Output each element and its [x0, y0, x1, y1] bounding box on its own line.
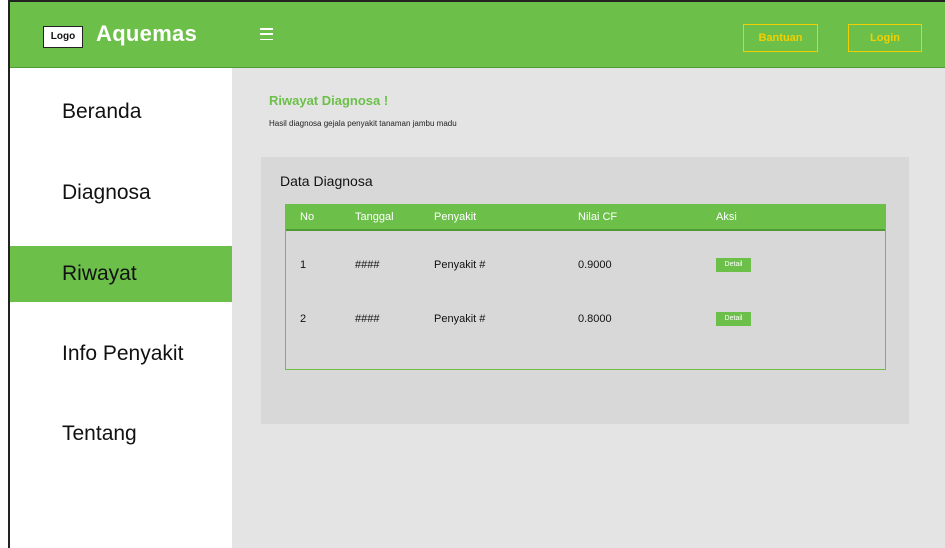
- sidebar-item-riwayat[interactable]: Riwayat: [10, 246, 232, 302]
- login-button[interactable]: Login: [848, 24, 922, 52]
- page-subtitle: Hasil diagnosa gejala penyakit tanaman j…: [269, 119, 457, 128]
- card-title: Data Diagnosa: [280, 173, 373, 189]
- main-content: Riwayat Diagnosa ! Hasil diagnosa gejala…: [232, 68, 945, 548]
- cell-nilai-cf: 0.9000: [578, 259, 612, 271]
- column-header-penyakit: Penyakit: [434, 211, 477, 223]
- column-header-no: No: [300, 211, 315, 223]
- sidebar-item-label: Diagnosa: [62, 181, 151, 204]
- sidebar-item-label: Riwayat: [62, 262, 137, 285]
- cell-no: 2: [300, 313, 307, 325]
- cell-nilai-cf: 0.8000: [578, 313, 612, 325]
- sidebar-item-label: Tentang: [62, 422, 137, 445]
- sidebar-item-beranda[interactable]: Beranda: [10, 84, 232, 140]
- brand-name[interactable]: Aquemas: [96, 21, 197, 47]
- sidebar-item-tentang[interactable]: Tentang: [10, 406, 232, 462]
- cell-tanggal: ####: [355, 259, 380, 271]
- table-header: No Tanggal Penyakit Nilai CF Aksi: [286, 205, 885, 231]
- column-header-tanggal: Tanggal: [355, 211, 394, 223]
- cell-penyakit: Penyakit #: [434, 313, 486, 325]
- cell-no: 1: [300, 259, 307, 271]
- table-row: 1 #### Penyakit # 0.9000 Detail: [286, 253, 885, 283]
- logo[interactable]: Logo: [43, 26, 83, 48]
- hamburger-icon[interactable]: [260, 28, 273, 40]
- column-header-nilai-cf: Nilai CF: [578, 211, 618, 223]
- cell-tanggal: ####: [355, 313, 380, 325]
- cell-penyakit: Penyakit #: [434, 259, 486, 271]
- page-title: Riwayat Diagnosa !: [269, 93, 389, 108]
- column-header-aksi: Aksi: [716, 211, 737, 223]
- app-window: Logo Aquemas Bantuan Login Beranda Diagn…: [8, 0, 945, 548]
- table-row: 2 #### Penyakit # 0.8000 Detail: [286, 307, 885, 337]
- top-navbar: Logo Aquemas Bantuan Login: [10, 2, 945, 68]
- sidebar: Beranda Diagnosa Riwayat Info Penyakit T…: [10, 68, 232, 548]
- sidebar-item-label: Beranda: [62, 100, 142, 123]
- detail-button[interactable]: Detail: [716, 258, 751, 272]
- sidebar-item-label: Info Penyakit: [62, 342, 184, 365]
- detail-button[interactable]: Detail: [716, 312, 751, 326]
- sidebar-item-diagnosa[interactable]: Diagnosa: [10, 165, 232, 221]
- sidebar-item-info-penyakit[interactable]: Info Penyakit: [10, 326, 232, 382]
- diagnosis-card: Data Diagnosa No Tanggal Penyakit Nilai …: [261, 157, 909, 424]
- diagnosis-table: No Tanggal Penyakit Nilai CF Aksi 1 ####…: [285, 204, 886, 370]
- bantuan-button[interactable]: Bantuan: [743, 24, 818, 52]
